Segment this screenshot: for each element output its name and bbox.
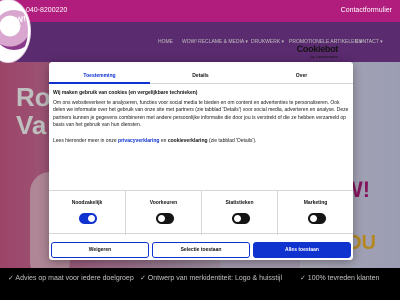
switch-group-marketing: Marketing	[277, 191, 353, 235]
privacy-link[interactable]: privacyverklaring	[118, 138, 159, 144]
consent-switches: Noodzakelijk Voorkeuren Statistieken Mar…	[49, 190, 353, 235]
switch-label-voorkeuren: Voorkeuren	[149, 200, 178, 206]
toggle-marketing[interactable]	[308, 213, 326, 224]
cookie-tabs: Toestemming Details Over	[49, 68, 353, 84]
tab-toestemming[interactable]: Toestemming	[49, 68, 150, 84]
tab-over[interactable]: Over	[251, 68, 352, 84]
switch-group-statistieken: Statistieken	[201, 191, 277, 235]
switch-label-noodzakelijk: Noodzakelijk	[71, 200, 103, 206]
phone-number[interactable]: 040-8200220	[26, 7, 67, 14]
allow-all-button[interactable]: Alles toestaan	[253, 242, 351, 258]
cookie-title: Wij maken gebruik van cookies (en vergel…	[53, 90, 198, 96]
toggle-voorkeuren[interactable]	[156, 213, 174, 224]
deny-button[interactable]: Weigeren	[51, 242, 149, 258]
switch-group-noodzakelijk: Noodzakelijk	[49, 191, 125, 235]
cookie-more-info: Lees hieronder meer in onze privacyverkl…	[53, 138, 349, 145]
cookie-statement-link[interactable]: cookieverklaring	[168, 138, 208, 144]
cookie-body: Wij maken gebruik van cookies (en vergel…	[53, 90, 349, 145]
tab-details[interactable]: Details	[150, 68, 251, 84]
more-suffix: (zie tabblad 'Details').	[208, 138, 257, 145]
toggle-statistieken[interactable]	[232, 213, 250, 224]
cookie-buttons: Weigeren Selectie toestaan Alles toestaa…	[49, 242, 353, 258]
toggle-noodzakelijk[interactable]	[79, 213, 97, 224]
top-bar: 040-8200220 Contactformulier	[0, 0, 400, 22]
switch-label-marketing: Marketing	[303, 200, 328, 206]
cookie-description: Om ons websiteverkeer te analyseren, fun…	[53, 100, 349, 128]
cookiebot-logo: Cookiebot by Usercentrics	[296, 44, 339, 59]
allow-selection-button[interactable]: Selectie toestaan	[152, 242, 250, 258]
contact-form-link[interactable]: Contactformulier	[341, 7, 392, 14]
more-and: en	[160, 138, 167, 145]
cookiebot-byline: by Usercentrics	[310, 54, 338, 59]
switch-group-voorkeuren: Voorkeuren	[125, 191, 201, 235]
switch-label-statistieken: Statistieken	[225, 200, 254, 206]
cookie-consent-dialog: Cookiebot by Usercentrics Toestemming De…	[49, 44, 353, 260]
cookiebot-wordmark: Cookiebot	[296, 44, 339, 54]
more-prefix: Lees hieronder meer in onze	[53, 138, 117, 145]
